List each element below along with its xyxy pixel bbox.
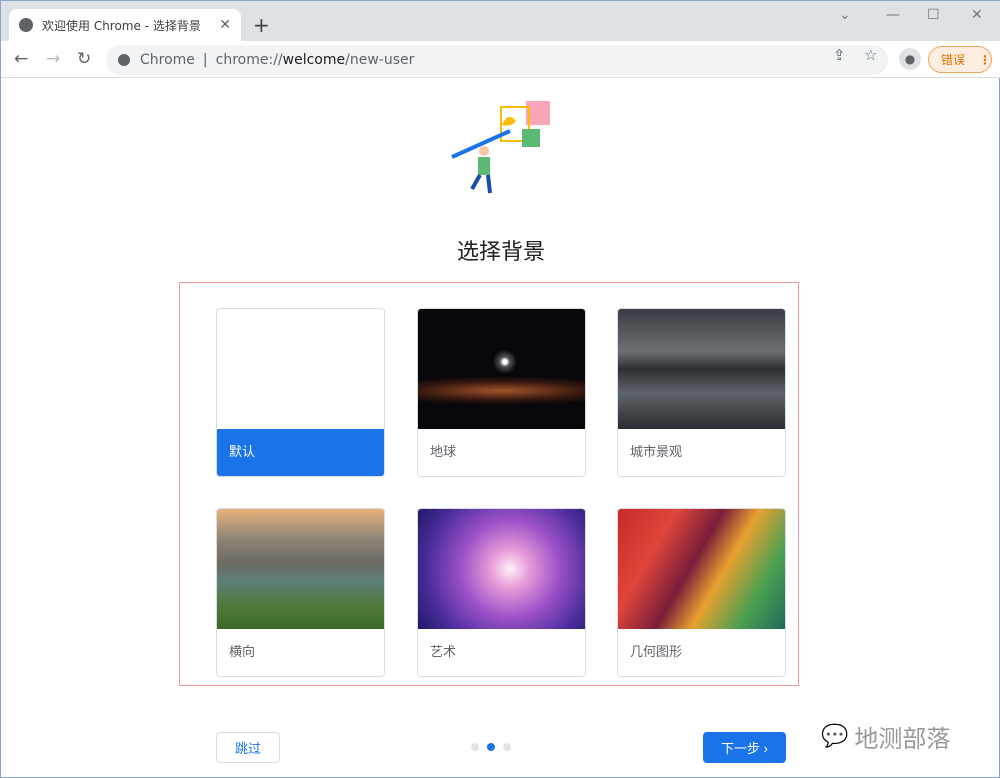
reload-button[interactable]: ↻ bbox=[77, 49, 91, 69]
close-tab-icon[interactable]: ✕ bbox=[219, 17, 231, 33]
step-dot-2 bbox=[487, 743, 495, 751]
more-menu-icon: ⋮ bbox=[979, 52, 991, 67]
step-dot-1 bbox=[471, 743, 479, 751]
close-window-button[interactable]: ✕ bbox=[971, 7, 983, 23]
background-option-earth[interactable]: 地球 bbox=[417, 308, 586, 477]
tab-title: 欢迎使用 Chrome - 选择背景 bbox=[42, 18, 201, 33]
option-label: 几何图形 bbox=[630, 645, 683, 660]
option-label: 艺术 bbox=[430, 645, 457, 660]
background-option-landscape[interactable]: 横向 bbox=[216, 508, 385, 677]
minimize-button[interactable]: — bbox=[886, 7, 900, 23]
hero-illustration bbox=[451, 101, 550, 194]
tab-welcome[interactable]: 欢迎使用 Chrome - 选择背景 ✕ bbox=[9, 9, 241, 41]
tab-search-icon[interactable]: ⌄ bbox=[839, 7, 851, 23]
option-label: 横向 bbox=[229, 645, 256, 660]
option-label: 地球 bbox=[430, 445, 457, 460]
option-label: 城市景观 bbox=[630, 445, 683, 460]
bookmark-star-icon[interactable]: ☆ bbox=[864, 46, 877, 64]
error-button[interactable]: 错误 ⋮ bbox=[928, 46, 992, 73]
url-path: /new-user bbox=[345, 52, 415, 68]
background-option-art[interactable]: 艺术 bbox=[417, 508, 586, 677]
forward-button[interactable]: → bbox=[46, 49, 60, 69]
omnibox-prefix: Chrome bbox=[140, 52, 195, 68]
profile-avatar[interactable]: ● bbox=[899, 48, 921, 70]
next-button[interactable]: 下一步 › bbox=[703, 732, 786, 763]
new-tab-button[interactable]: + bbox=[253, 13, 270, 37]
address-bar[interactable]: Chrome | chrome://welcome/new-user bbox=[106, 45, 888, 75]
background-option-cityscape[interactable]: 城市景观 bbox=[617, 308, 786, 477]
wechat-icon: 💬 bbox=[821, 724, 849, 749]
url-scheme: chrome:// bbox=[215, 52, 283, 68]
option-label: 默认 bbox=[217, 429, 384, 476]
share-icon[interactable]: ⇪ bbox=[833, 46, 846, 64]
globe-icon bbox=[19, 18, 33, 32]
chevron-right-icon: › bbox=[763, 741, 768, 756]
next-label: 下一步 bbox=[721, 741, 761, 756]
tab-strip: 欢迎使用 Chrome - 选择背景 ✕ + ⌄ — ☐ ✕ bbox=[1, 1, 1000, 41]
back-button[interactable]: ← bbox=[14, 49, 28, 69]
error-label: 错误 bbox=[941, 53, 966, 67]
background-option-geometric[interactable]: 几何图形 bbox=[617, 508, 786, 677]
watermark: 💬 地测部落 bbox=[821, 719, 950, 754]
page-title: 选择背景 bbox=[456, 240, 545, 265]
url-host: welcome bbox=[282, 52, 346, 68]
skip-button[interactable]: 跳过 bbox=[216, 732, 280, 763]
watermark-text: 地测部落 bbox=[854, 725, 951, 753]
background-option-default[interactable]: 默认 bbox=[216, 308, 385, 477]
step-dot-3 bbox=[503, 743, 511, 751]
maximize-button[interactable]: ☐ bbox=[927, 7, 940, 23]
chrome-icon bbox=[118, 54, 130, 66]
toolbar: ← → ↻ Chrome | chrome://welcome/new-user… bbox=[1, 41, 1000, 78]
